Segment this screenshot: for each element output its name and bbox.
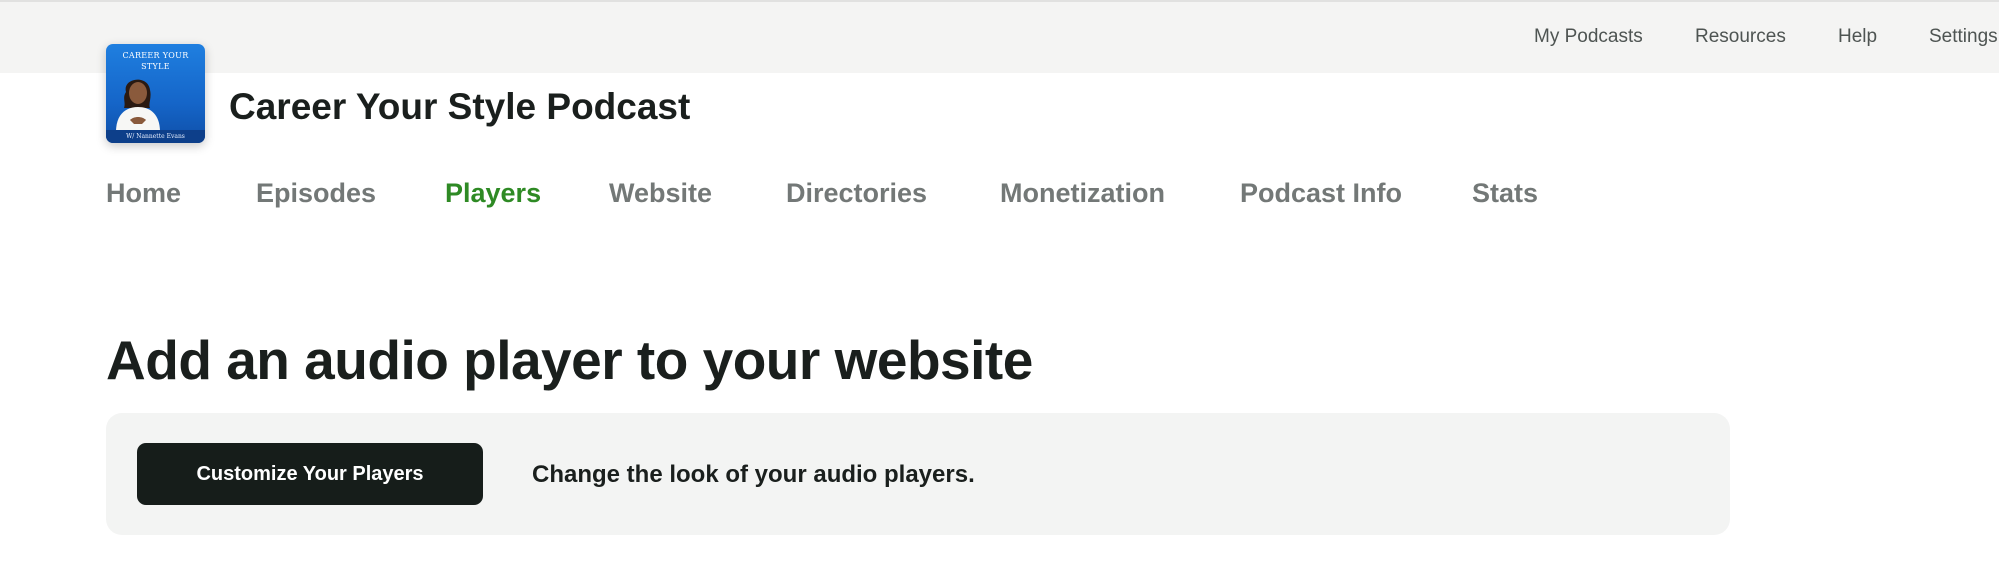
nav-home[interactable]: Home — [106, 178, 181, 209]
nav-episodes[interactable]: Episodes — [256, 178, 376, 209]
nav-players[interactable]: Players — [445, 178, 541, 209]
nav-website[interactable]: Website — [609, 178, 712, 209]
artwork-title-line2: STYLE — [141, 62, 170, 71]
nav-monetization[interactable]: Monetization — [1000, 178, 1165, 209]
customize-players-button[interactable]: Customize Your Players — [137, 443, 483, 505]
artwork-title: CAREER YOUR STYLE — [106, 50, 205, 72]
top-utility-bar: My Podcasts Resources Help Settings — [0, 0, 1999, 73]
main-nav: Home Episodes Players Website Directorie… — [0, 178, 1999, 214]
nav-stats[interactable]: Stats — [1472, 178, 1538, 209]
top-nav-resources[interactable]: Resources — [1695, 26, 1786, 48]
host-photo-icon — [116, 79, 160, 132]
top-nav-help[interactable]: Help — [1838, 26, 1877, 48]
top-nav: My Podcasts Resources Help Settings — [0, 2, 1999, 75]
card-description: Change the look of your audio players. — [532, 461, 975, 488]
nav-podcast-info[interactable]: Podcast Info — [1240, 178, 1402, 209]
section-heading: Add an audio player to your website — [106, 329, 1033, 391]
players-card: Customize Your Players Change the look o… — [106, 413, 1730, 535]
top-nav-my-podcasts[interactable]: My Podcasts — [1534, 26, 1643, 48]
podcast-title: Career Your Style Podcast — [229, 86, 691, 127]
podcast-artwork[interactable]: CAREER YOUR STYLE W/ Nannette Evans — [106, 44, 205, 143]
nav-directories[interactable]: Directories — [786, 178, 927, 209]
artwork-title-line1: CAREER YOUR — [122, 51, 189, 60]
top-nav-settings[interactable]: Settings — [1929, 26, 1998, 48]
artwork-footer: W/ Nannette Evans — [106, 130, 205, 143]
